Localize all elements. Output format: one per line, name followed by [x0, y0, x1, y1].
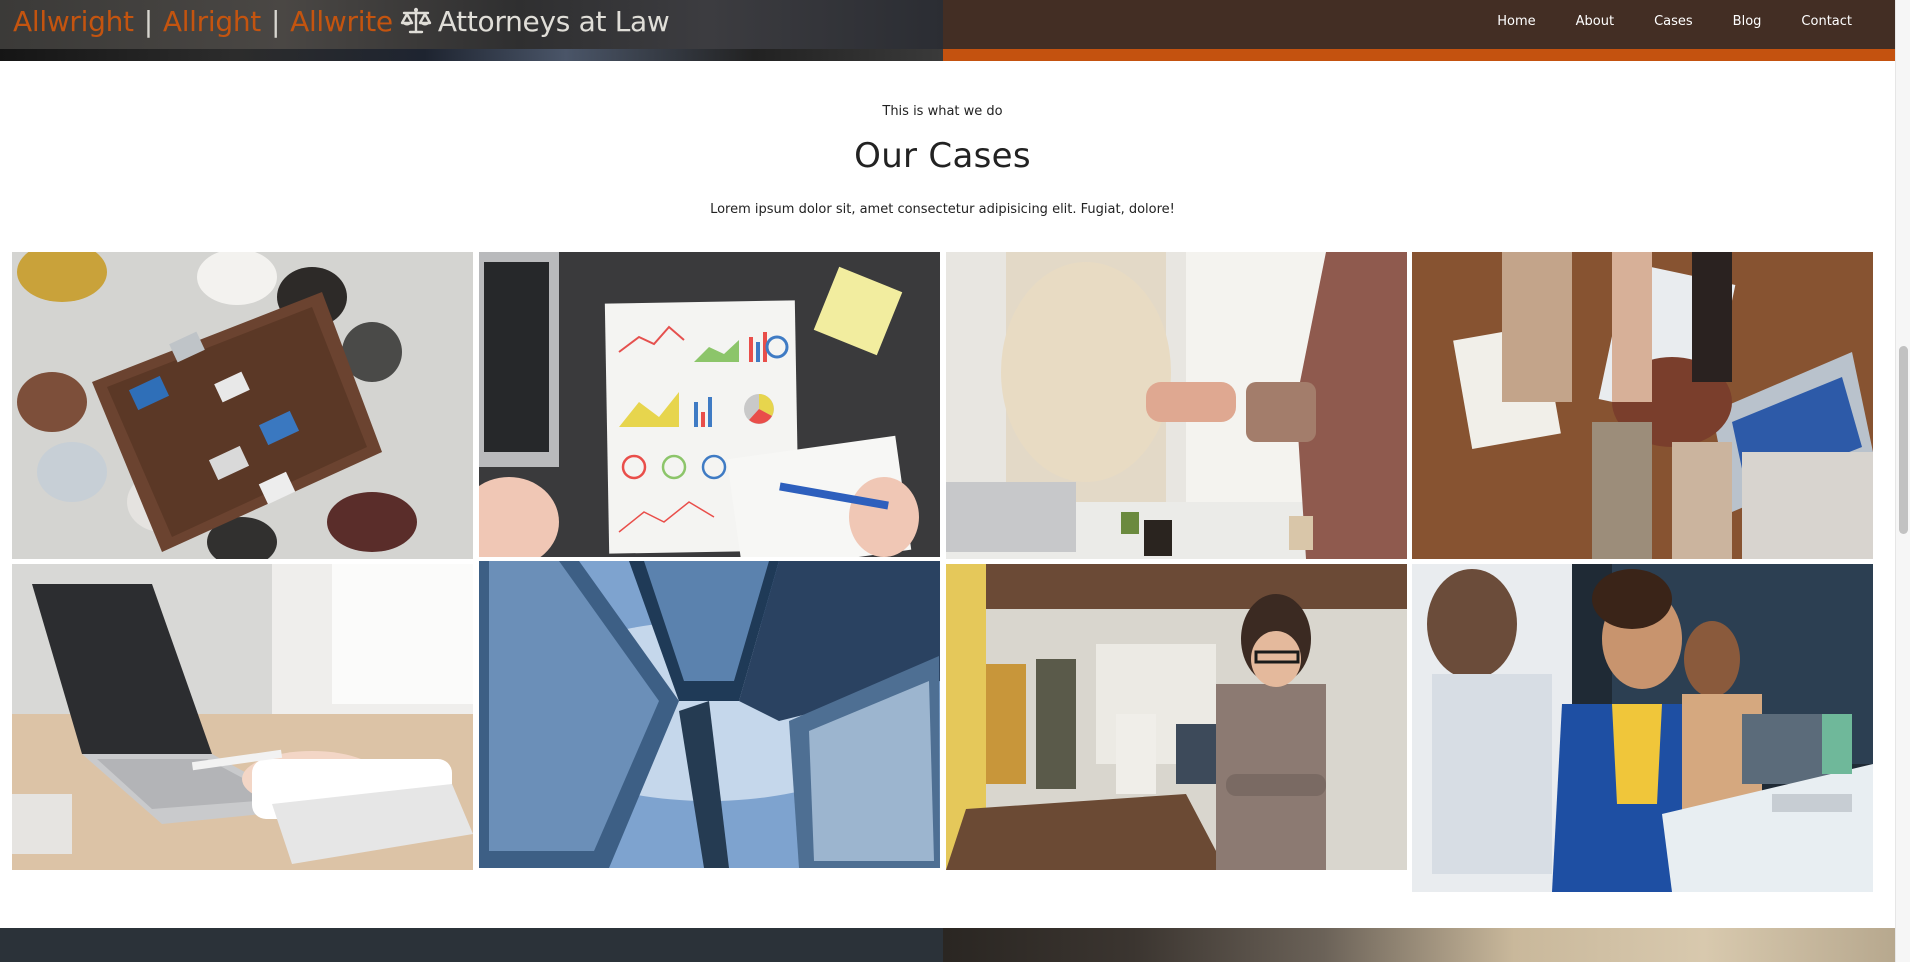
case-photo-team-meeting[interactable]: [12, 252, 473, 559]
case-photo-office-team[interactable]: [946, 564, 1407, 870]
section-kicker: This is what we do: [882, 104, 1003, 119]
nav-contact[interactable]: Contact: [1801, 14, 1852, 29]
case-photo-smiling-woman[interactable]: [1412, 564, 1873, 892]
brand-logo[interactable]: Allwright | Allright | Allwrite Attorney…: [13, 3, 670, 39]
section-title: Our Cases: [854, 136, 1031, 176]
footer-section-dark: [0, 928, 943, 962]
brand-separator: |: [143, 4, 153, 38]
header-accent-bar: [943, 49, 1895, 61]
brand-tagline: Attorneys at Law: [437, 4, 670, 38]
nav-blog[interactable]: Blog: [1733, 14, 1762, 29]
brand-firm-allwrite: Allwrite: [290, 4, 393, 38]
hero-image-strip: [0, 49, 943, 61]
nav-home[interactable]: Home: [1497, 14, 1535, 29]
nav-about[interactable]: About: [1576, 14, 1614, 29]
main-nav: Home About Cases Blog Contact: [1497, 0, 1852, 42]
footer-section-image: [943, 928, 1895, 962]
brand-separator: |: [270, 4, 281, 38]
case-photo-laptop-typing[interactable]: [12, 564, 473, 870]
page-scrollbar[interactable]: [1895, 0, 1910, 962]
page: Allwright | Allright | Allwrite Attorney…: [0, 0, 1910, 962]
brand-firm-allright: Allright: [162, 4, 261, 38]
nav-cases[interactable]: Cases: [1654, 14, 1693, 29]
case-photo-team-hands[interactable]: [1412, 252, 1873, 559]
brand-firm-allwright: Allwright: [13, 4, 134, 38]
section-intro: Lorem ipsum dolor sit, amet consectetur …: [710, 202, 1175, 217]
scale-icon: [400, 6, 432, 36]
scrollbar-thumb[interactable]: [1899, 346, 1908, 534]
case-photo-charts-desk[interactable]: [479, 252, 940, 557]
case-photo-handshake[interactable]: [946, 252, 1407, 559]
case-photo-skyscrapers[interactable]: [479, 561, 940, 868]
